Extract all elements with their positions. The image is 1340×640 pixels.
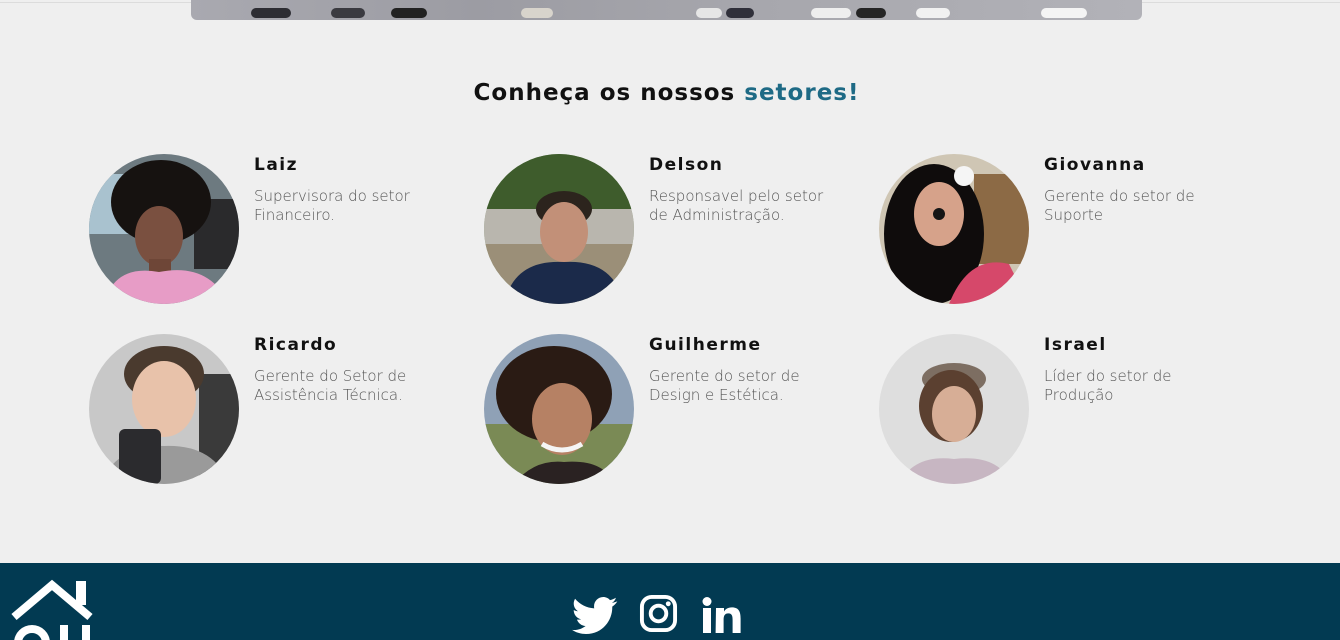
member-role: Gerente do Setor de Assistência Técnica. xyxy=(254,367,407,404)
member-card: Guilherme Gerente do setor de Design e E… xyxy=(484,334,844,484)
member-role: Gerente do setor de Design e Estética. xyxy=(649,367,800,404)
team-photo-banner xyxy=(191,0,1142,20)
member-name: Laiz xyxy=(254,155,299,175)
section-title: Conheça os nossos setores! xyxy=(0,80,1333,106)
instagram-icon[interactable] xyxy=(639,594,678,634)
member-role: Responsavel pelo setor de Administração. xyxy=(649,187,824,224)
member-name: Delson xyxy=(649,155,724,175)
site-footer xyxy=(0,563,1340,640)
house-logo-icon[interactable] xyxy=(10,577,94,640)
member-role: Líder do setor de Produção xyxy=(1044,367,1172,404)
linkedin-icon[interactable] xyxy=(702,597,746,637)
member-card: Ricardo Gerente do Setor de Assistência … xyxy=(89,334,449,484)
member-role: Gerente do setor de Suporte xyxy=(1044,187,1195,224)
member-name: Ricardo xyxy=(254,335,338,355)
member-card: Giovanna Gerente do setor de Suporte xyxy=(879,154,1239,304)
avatar xyxy=(879,154,1029,304)
member-name: Giovanna xyxy=(1044,155,1146,175)
section-title-prefix: Conheça os nossos xyxy=(473,80,745,106)
member-name: Guilherme xyxy=(649,335,762,355)
avatar xyxy=(879,334,1029,484)
member-card: Delson Responsavel pelo setor de Adminis… xyxy=(484,154,844,304)
avatar xyxy=(484,334,634,484)
avatar xyxy=(89,334,239,484)
member-card: Israel Líder do setor de Produção xyxy=(879,334,1239,484)
avatar xyxy=(484,154,634,304)
section-title-accent: setores! xyxy=(744,80,860,106)
avatar xyxy=(89,154,239,304)
member-card: Laiz Supervisora do setor Financeiro. xyxy=(89,154,449,304)
twitter-icon[interactable] xyxy=(572,596,618,636)
member-role: Supervisora do setor Financeiro. xyxy=(254,187,410,224)
member-name: Israel xyxy=(1044,335,1107,355)
